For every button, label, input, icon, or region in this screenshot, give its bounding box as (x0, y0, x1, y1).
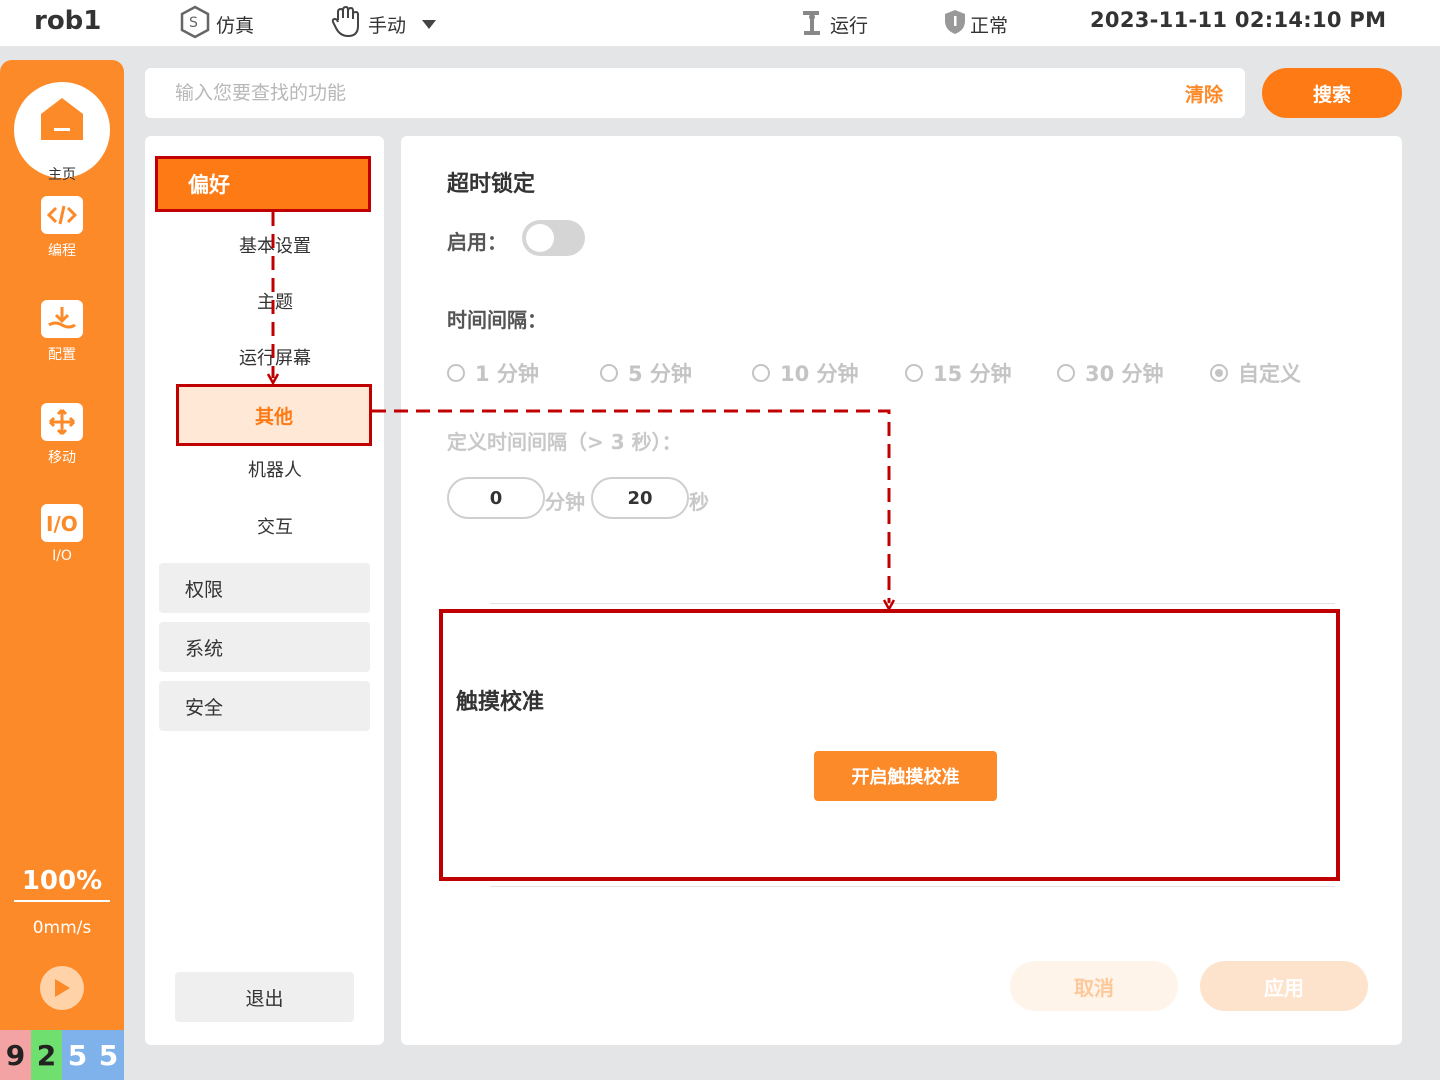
exit-button[interactable]: 退出 (175, 972, 354, 1022)
sidebar-item-config[interactable]: 配置 (0, 300, 124, 364)
sidebar-item-io[interactable]: I/O I/O (0, 504, 124, 564)
sidebar-item-move[interactable]: 移动 (0, 403, 124, 467)
minutes-unit: 分钟 (545, 490, 585, 514)
sidebar-item-label: 配置 (48, 347, 76, 363)
radio-label: 10 分钟 (780, 362, 859, 386)
search-bar: 清除 (145, 68, 1245, 118)
timeout-lock-title: 超时锁定 (447, 172, 536, 197)
counter-cell: 2 (31, 1030, 62, 1080)
top-bar: rob1 S 仿真 手动 运行 正常 2023-11-11 02:14:10 P… (0, 0, 1440, 46)
start-calibration-button[interactable]: 开启触摸校准 (814, 751, 997, 801)
nav-item-robot[interactable]: 机器人 (175, 456, 375, 482)
svg-text:I/O: I/O (46, 512, 78, 535)
radio-circle (1057, 364, 1075, 382)
settings-content: 超时锁定 启用： 时间间隔： 1 分钟 5 分钟 10 分钟 15 分钟 30 … (401, 136, 1402, 1045)
radio-15-min[interactable]: 15 分钟 (905, 358, 1012, 388)
run-status: 运行 (800, 8, 868, 40)
datetime: 2023-11-11 02:14:10 PM (1090, 8, 1387, 32)
mode-dropdown[interactable]: 手动 (330, 5, 440, 43)
play-icon (55, 979, 70, 997)
radio-circle (600, 364, 618, 382)
radio-1-min[interactable]: 1 分钟 (447, 358, 539, 388)
simulation-icon: S (178, 5, 216, 44)
nav-group-safety[interactable]: 安全 (159, 681, 370, 731)
apply-button[interactable]: 应用 (1200, 961, 1368, 1011)
sidebar-item-label: 移动 (48, 450, 76, 466)
radio-circle (752, 364, 770, 382)
radio-circle-selected (1210, 364, 1228, 382)
touch-calibration-highlight (439, 609, 1340, 881)
radio-label: 5 分钟 (628, 362, 692, 386)
clear-button[interactable]: 清除 (1185, 80, 1223, 107)
io-icon: I/O (41, 504, 83, 542)
enable-label: 启用： (447, 230, 507, 254)
speed-divider (14, 900, 110, 902)
home-button[interactable]: 主页 (14, 82, 110, 183)
radio-label: 1 分钟 (475, 362, 539, 386)
hand-icon (330, 5, 368, 43)
config-download-icon (41, 300, 83, 338)
radio-circle (447, 364, 465, 382)
touch-calibration-title: 触摸校准 (456, 690, 545, 715)
mode-label: 手动 (368, 14, 407, 37)
chevron-down-icon (422, 13, 440, 35)
seconds-input[interactable]: 20 (591, 477, 689, 519)
shield-icon (944, 9, 970, 40)
counter-cell: 5 (93, 1030, 124, 1080)
search-button[interactable]: 搜索 (1262, 68, 1402, 118)
simulation-toggle[interactable]: S 仿真 (178, 5, 255, 40)
counter-cell: 9 (0, 1030, 31, 1080)
home-icon (41, 98, 83, 140)
enable-toggle[interactable] (522, 220, 585, 256)
radio-label: 15 分钟 (933, 362, 1012, 386)
run-label: 运行 (830, 14, 869, 37)
radio-30-min[interactable]: 30 分钟 (1057, 358, 1164, 388)
settings-nav: 偏好 基本设置 主题 运行屏幕 其他 机器人 交互 权限 系统 安全 退出 (145, 136, 384, 1045)
toggle-knob (526, 224, 554, 252)
sidebar-item-label: I/O (52, 548, 72, 564)
safety-status: 正常 (944, 8, 1008, 40)
move-arrows-icon (41, 403, 83, 441)
nav-item-other[interactable]: 其他 (176, 384, 372, 446)
nav-item-run-screen[interactable]: 运行屏幕 (175, 344, 375, 370)
sidebar-item-label: 编程 (48, 243, 76, 259)
radio-circle (905, 364, 923, 382)
nav-item-basic-settings[interactable]: 基本设置 (175, 232, 375, 258)
radio-5-min[interactable]: 5 分钟 (600, 358, 692, 388)
interval-label: 时间间隔： (447, 308, 547, 332)
radio-label: 30 分钟 (1085, 362, 1164, 386)
counter-bar: 9 2 5 5 (0, 1030, 124, 1080)
robot-name: rob1 (34, 6, 102, 36)
nav-item-theme[interactable]: 主题 (175, 288, 375, 314)
cancel-button[interactable]: 取消 (1010, 961, 1178, 1011)
preferences-header[interactable]: 偏好 (155, 156, 371, 212)
simulation-label: 仿真 (216, 14, 255, 37)
nav-group-permissions[interactable]: 权限 (159, 563, 370, 613)
radio-label: 自定义 (1238, 362, 1301, 386)
speed-percent[interactable]: 100% (0, 866, 124, 896)
robot-arm-icon (800, 7, 830, 42)
main-sidebar: 主页 编程 配置 移动 I/O I/O 100% 0mm/s (0, 60, 124, 1080)
search-input[interactable] (175, 76, 1075, 110)
section-divider (490, 886, 1335, 887)
nav-group-system[interactable]: 系统 (159, 622, 370, 672)
counter-cell: 5 (62, 1030, 93, 1080)
seconds-unit: 秒 (689, 490, 709, 514)
nav-item-interaction[interactable]: 交互 (175, 513, 375, 539)
section-divider (490, 603, 1335, 604)
radio-10-min[interactable]: 10 分钟 (752, 358, 859, 388)
custom-interval-label: 定义时间间隔（> 3 秒）： (447, 430, 682, 454)
play-button[interactable] (40, 966, 84, 1010)
minutes-input[interactable]: 0 (447, 477, 545, 519)
svg-text:S: S (189, 15, 198, 31)
radio-custom[interactable]: 自定义 (1210, 358, 1301, 388)
code-icon (41, 196, 83, 234)
sidebar-item-program[interactable]: 编程 (0, 196, 124, 260)
speed-mms: 0mm/s (32, 918, 92, 938)
status-label: 正常 (970, 14, 1009, 37)
home-label: 主页 (48, 167, 76, 183)
